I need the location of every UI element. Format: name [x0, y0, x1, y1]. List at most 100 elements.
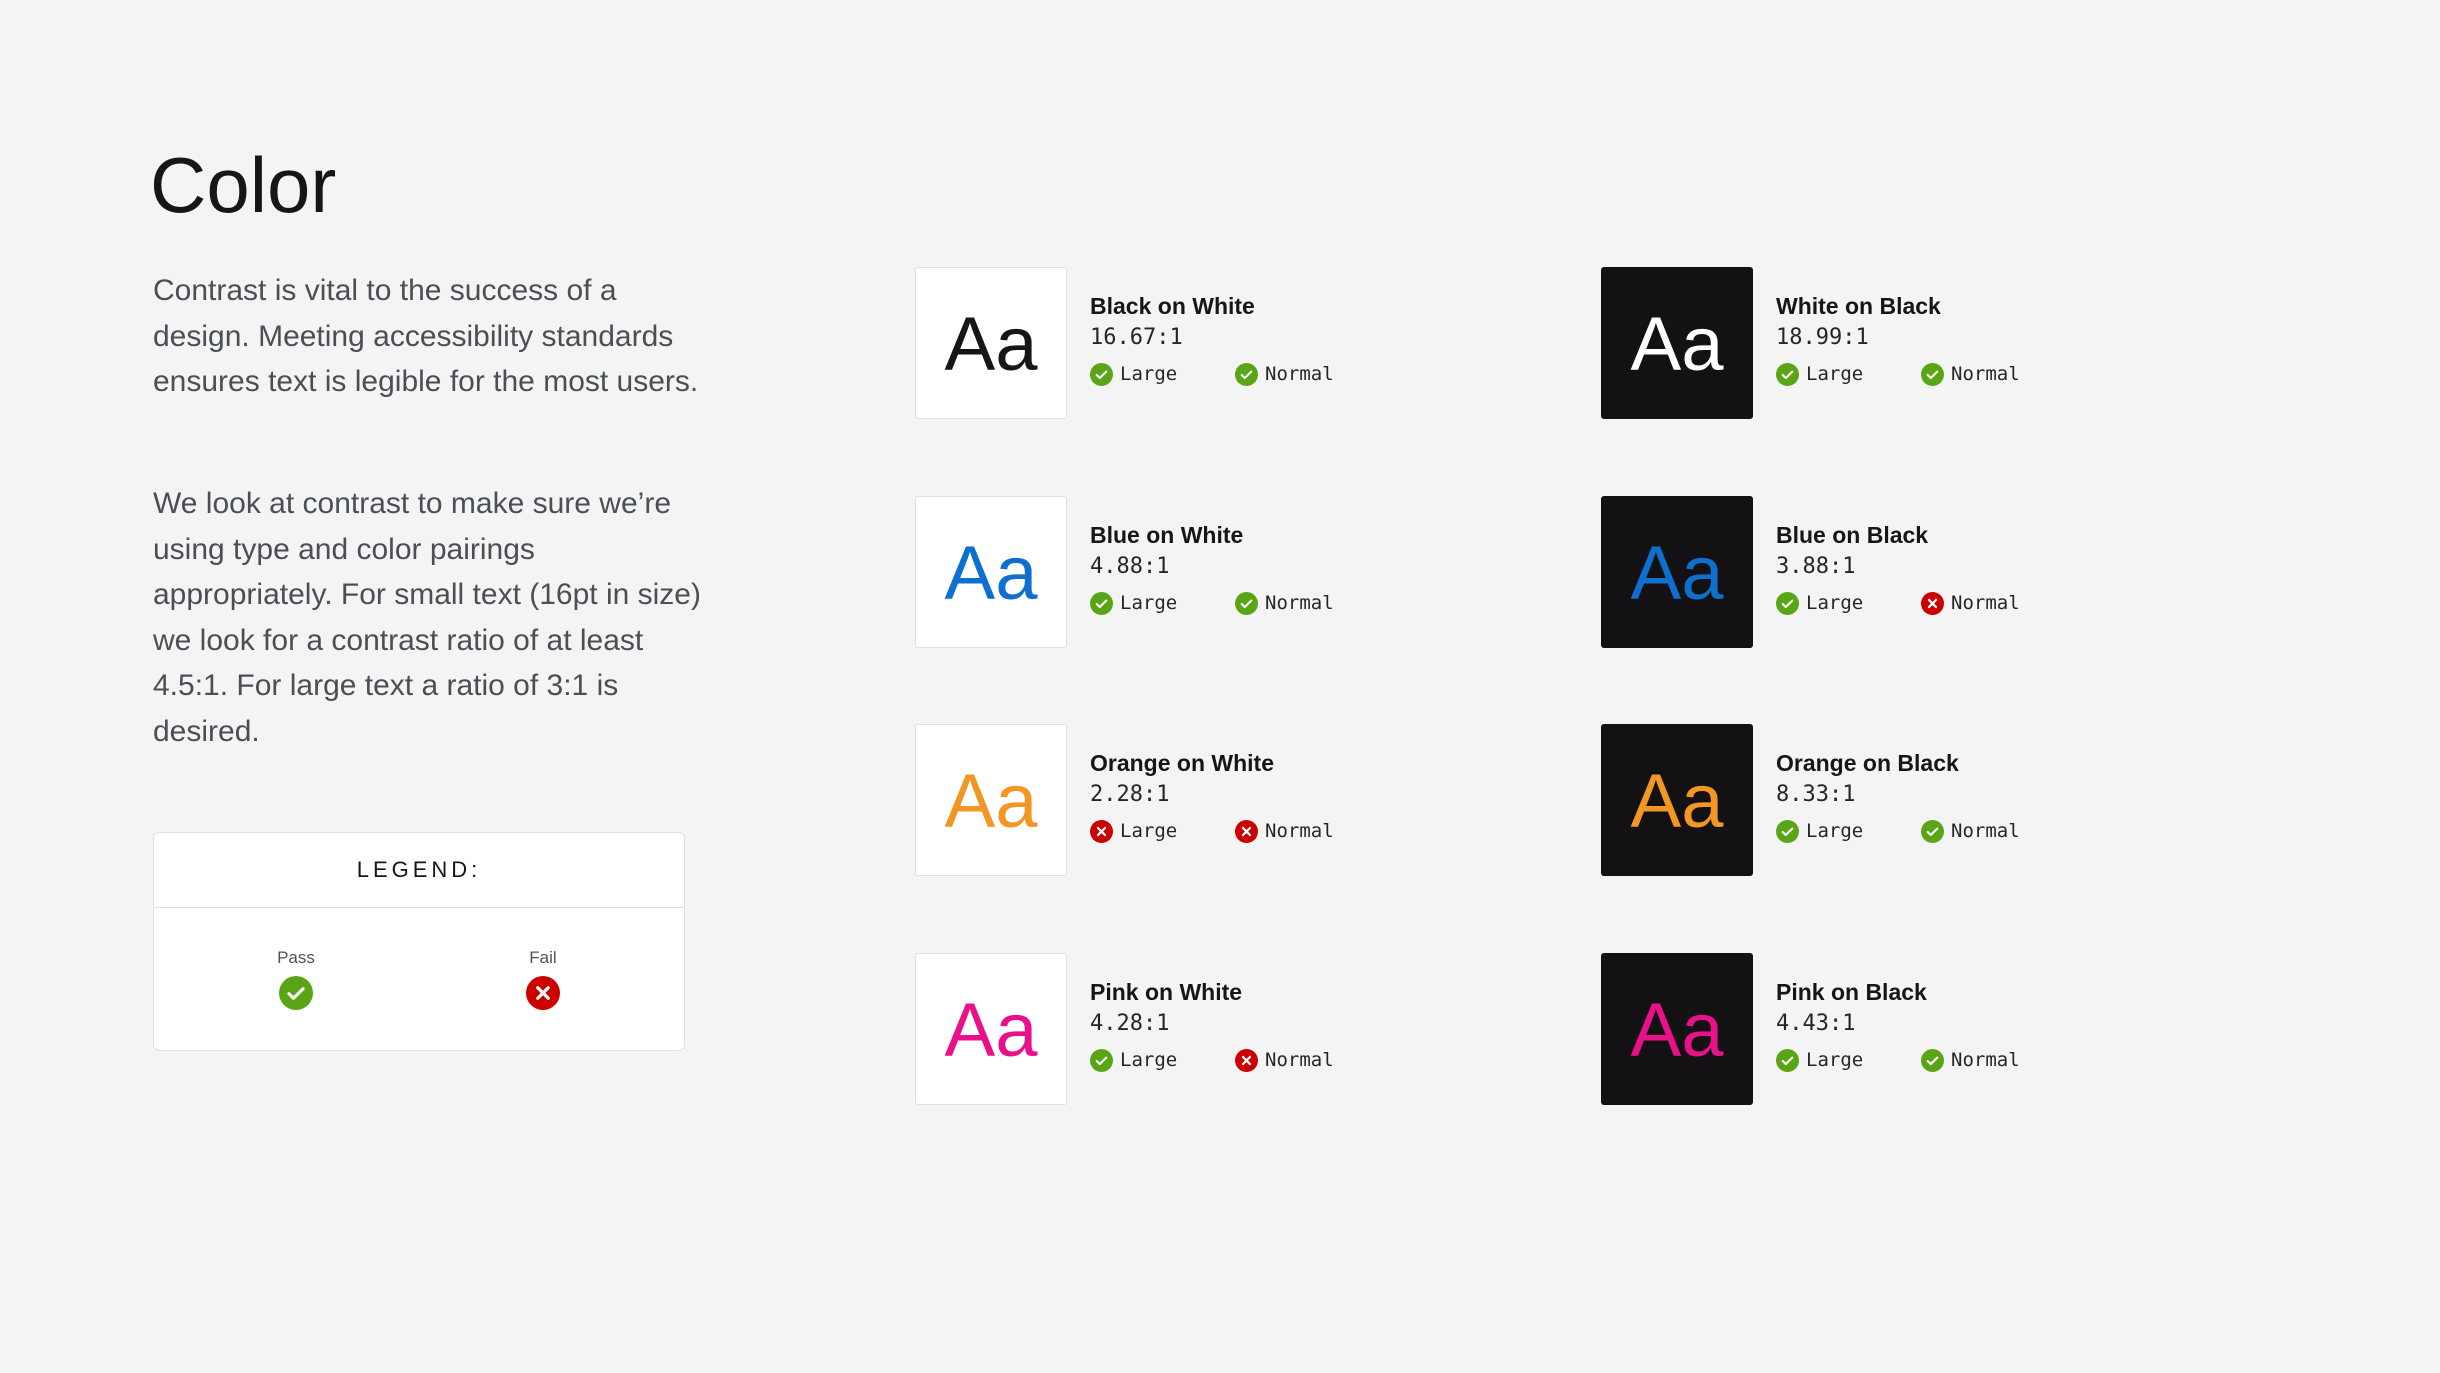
compliance-checks: Large Normal: [1090, 819, 1450, 843]
check-label: Large: [1120, 820, 1178, 843]
compliance-checks: Large Normal: [1090, 1048, 1450, 1072]
check-circle-icon: [1921, 1048, 1944, 1072]
check-large-text: Large: [1776, 591, 1921, 615]
check-large-text: Large: [1090, 819, 1235, 843]
contrast-card-orange-on-black: Aa Orange on Black 8.33:1 Large Normal: [1601, 724, 2020, 876]
check-large-text: Large: [1090, 591, 1235, 615]
check-normal-text: Normal: [1921, 1048, 2066, 1072]
legend-items: Pass Fail: [154, 908, 684, 1051]
check-large-text: Large: [1776, 819, 1921, 843]
pairing-name: Black on White: [1090, 293, 1255, 319]
intro-paragraph: Contrast is vital to the success of a de…: [153, 274, 699, 399]
page-title: Color: [150, 141, 337, 229]
contrast-guidance-paragraph: We look at contrast to make sure we’re u…: [153, 487, 701, 748]
check-label: Normal: [1265, 363, 1334, 386]
contrast-card-blue-on-black: Aa Blue on Black 3.88:1 Large Normal: [1601, 496, 2020, 648]
card-info: Orange on Black 8.33:1 Large Normal: [1776, 750, 2136, 843]
check-circle-icon: [1776, 819, 1799, 843]
check-normal-text: Normal: [1235, 1048, 1380, 1072]
card-info: Black on White 16.67:1 Large Normal: [1090, 293, 1450, 386]
check-label: Large: [1120, 363, 1178, 386]
pairing-name: Blue on White: [1090, 522, 1244, 548]
compliance-checks: Large Normal: [1090, 362, 1450, 386]
pairing-name: Orange on Black: [1776, 750, 1959, 776]
compliance-checks: Large Normal: [1090, 591, 1450, 615]
check-circle-icon: [1921, 819, 1944, 843]
card-info: Blue on White 4.88:1 Large Normal: [1090, 522, 1450, 615]
contrast-ratio: 18.99:1: [1776, 324, 1869, 350]
check-label: Normal: [1951, 820, 2020, 843]
contrast-card-black-on-white: Aa Black on White 16.67:1 Large Normal: [915, 267, 1334, 419]
pairing-name: White on Black: [1776, 293, 1941, 319]
check-large-text: Large: [1090, 362, 1235, 386]
check-label: Normal: [1265, 1049, 1334, 1072]
x-circle-icon: [526, 976, 560, 1010]
check-label: Large: [1120, 1049, 1178, 1072]
contrast-card-white-on-black: Aa White on Black 18.99:1 Large Normal: [1601, 267, 2020, 419]
contrast-ratio: 8.33:1: [1776, 781, 1856, 807]
compliance-checks: Large Normal: [1776, 819, 2136, 843]
check-label: Normal: [1951, 363, 2020, 386]
check-circle-icon: [1235, 362, 1258, 386]
check-normal-text: Normal: [1235, 362, 1380, 386]
check-circle-icon: [1921, 362, 1944, 386]
contrast-ratio: 4.88:1: [1090, 553, 1170, 579]
contrast-ratio: 2.28:1: [1090, 781, 1170, 807]
check-large-text: Large: [1776, 1048, 1921, 1072]
check-label: Large: [1806, 820, 1864, 843]
contrast-card-pink-on-white: Aa Pink on White 4.28:1 Large Normal: [915, 953, 1334, 1105]
contrast-card-orange-on-white: Aa Orange on White 2.28:1 Large Normal: [915, 724, 1334, 876]
check-large-text: Large: [1776, 362, 1921, 386]
contrast-ratio: 4.43:1: [1776, 1010, 1856, 1036]
check-circle-icon: [1090, 1048, 1113, 1072]
card-info: White on Black 18.99:1 Large Normal: [1776, 293, 2136, 386]
pairing-name: Pink on Black: [1776, 979, 1927, 1005]
check-label: Normal: [1265, 592, 1334, 615]
check-normal-text: Normal: [1921, 591, 2066, 615]
check-normal-text: Normal: [1235, 819, 1380, 843]
check-label: Large: [1806, 1049, 1864, 1072]
check-label: Large: [1806, 592, 1864, 615]
check-circle-icon: [1776, 362, 1799, 386]
compliance-checks: Large Normal: [1776, 591, 2136, 615]
contrast-card-blue-on-white: Aa Blue on White 4.88:1 Large Normal: [915, 496, 1334, 648]
x-circle-icon: [1235, 1048, 1258, 1072]
check-circle-icon: [1776, 1048, 1799, 1072]
legend-fail-label: Fail: [529, 948, 557, 967]
color-swatch: Aa: [1601, 496, 1753, 648]
pairing-name: Blue on Black: [1776, 522, 1929, 548]
check-normal-text: Normal: [1921, 819, 2066, 843]
check-large-text: Large: [1090, 1048, 1235, 1072]
check-label: Large: [1806, 363, 1864, 386]
check-label: Normal: [1951, 1049, 2020, 1072]
color-swatch: Aa: [915, 267, 1067, 419]
card-info: Pink on Black 4.43:1 Large Normal: [1776, 979, 2136, 1072]
check-normal-text: Normal: [1921, 362, 2066, 386]
check-label: Large: [1120, 592, 1178, 615]
x-circle-icon: [1921, 591, 1944, 615]
check-circle-icon: [1235, 591, 1258, 615]
x-circle-icon: [1235, 819, 1258, 843]
contrast-ratio: 3.88:1: [1776, 553, 1856, 579]
legend-pass-label: Pass: [277, 948, 315, 967]
legend-title: LEGEND:: [154, 833, 684, 908]
check-circle-icon: [1776, 591, 1799, 615]
compliance-checks: Large Normal: [1776, 1048, 2136, 1072]
x-circle-icon: [1090, 819, 1113, 843]
pairing-name: Orange on White: [1090, 750, 1274, 776]
check-circle-icon: [279, 976, 313, 1010]
check-label: Normal: [1265, 820, 1334, 843]
legend-pass: Pass: [236, 948, 356, 1010]
color-swatch: Aa: [1601, 724, 1753, 876]
color-swatch: Aa: [915, 496, 1067, 648]
legend-fail: Fail: [483, 948, 603, 1010]
contrast-card-pink-on-black: Aa Pink on Black 4.43:1 Large Normal: [1601, 953, 2020, 1105]
card-info: Pink on White 4.28:1 Large Normal: [1090, 979, 1450, 1072]
compliance-checks: Large Normal: [1776, 362, 2136, 386]
color-swatch: Aa: [1601, 267, 1753, 419]
contrast-ratio: 4.28:1: [1090, 1010, 1170, 1036]
pairing-name: Pink on White: [1090, 979, 1243, 1005]
color-swatch: Aa: [915, 724, 1067, 876]
check-label: Normal: [1951, 592, 2020, 615]
color-swatch: Aa: [915, 953, 1067, 1105]
